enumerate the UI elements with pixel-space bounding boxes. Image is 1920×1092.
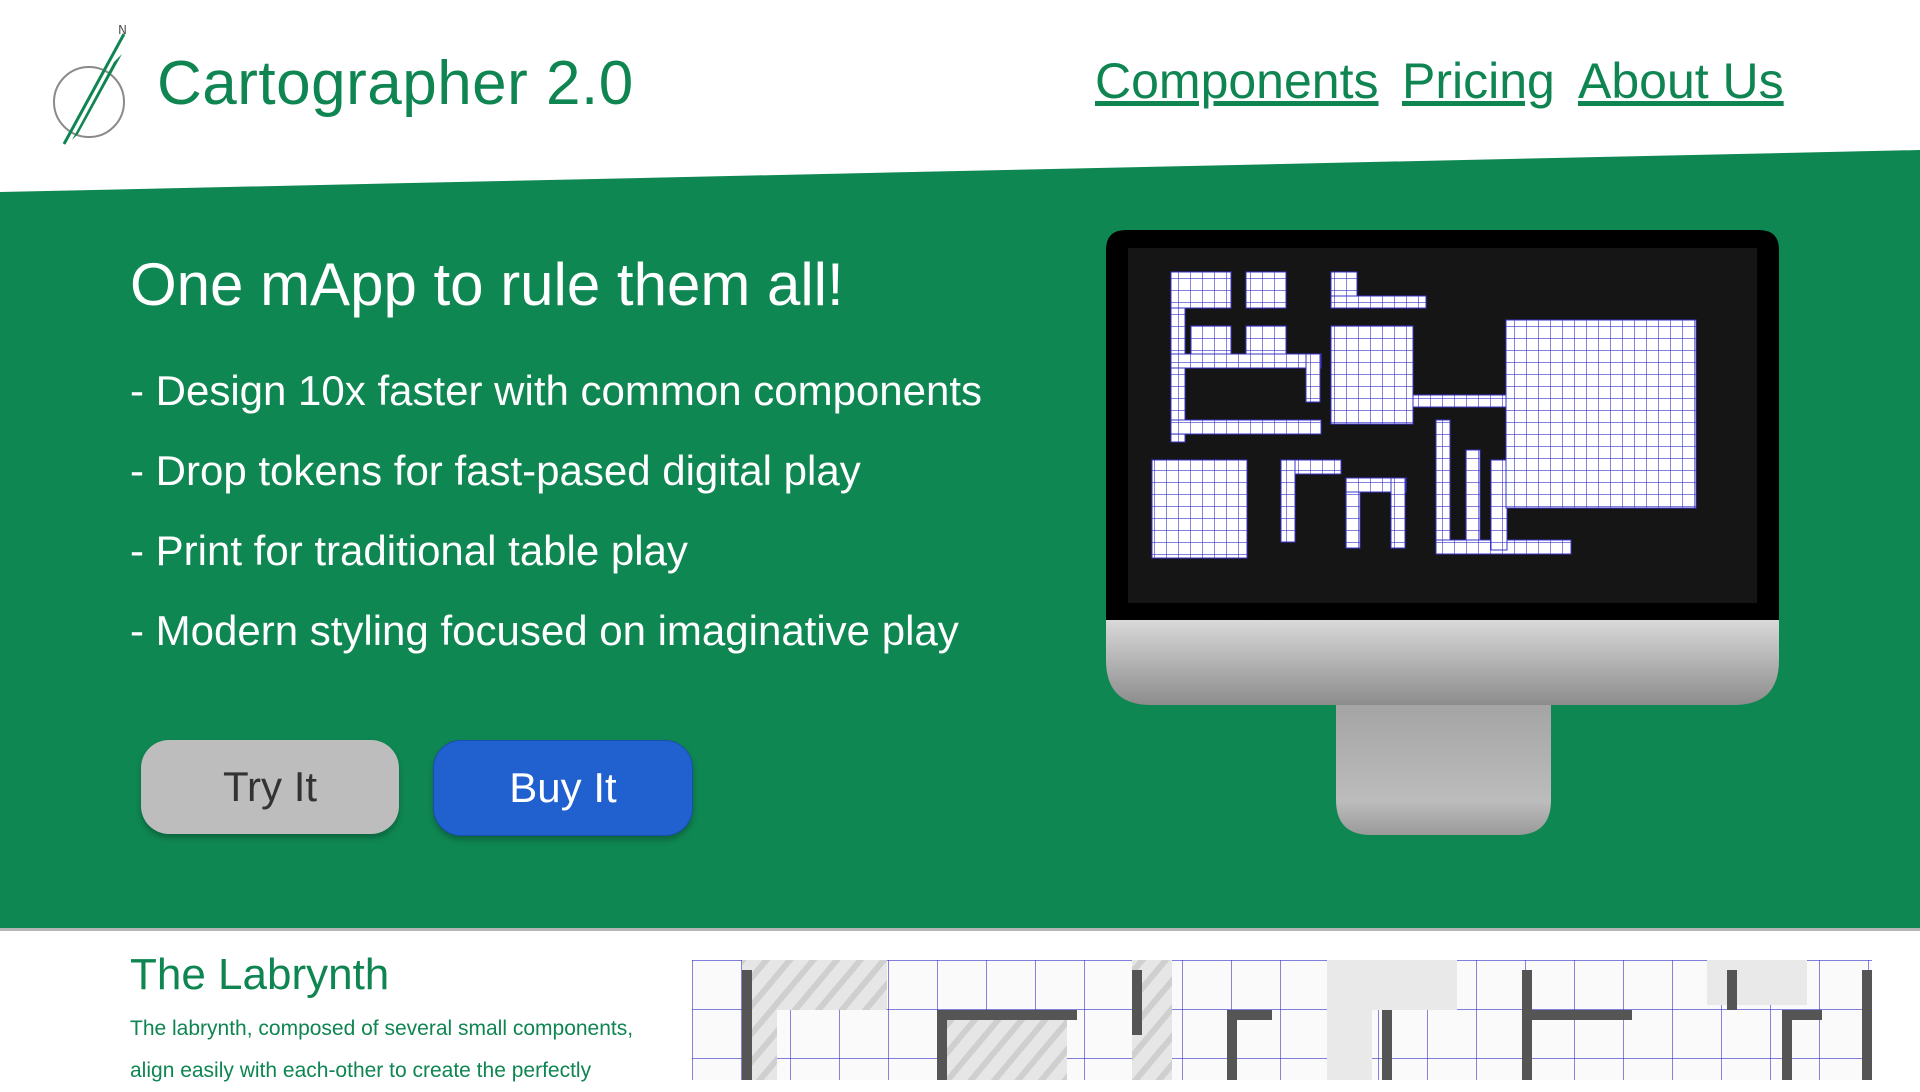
feature-item: - Drop tokens for fast-pased digital pla… — [130, 447, 861, 494]
try-it-button[interactable]: Try It — [141, 740, 399, 834]
nav-about-us[interactable]: About Us — [1578, 52, 1784, 110]
feature-item: - Print for traditional table play — [130, 527, 688, 574]
feature-item: - Modern styling focused on imaginative … — [130, 607, 959, 654]
labyrinth-title: The Labrynth — [130, 950, 390, 999]
nav-pricing[interactable]: Pricing — [1402, 52, 1555, 110]
svg-text:N: N — [118, 23, 127, 37]
labyrinth-preview-icon — [692, 960, 1872, 1080]
hero-divider — [0, 928, 1920, 931]
nav-components[interactable]: Components — [1095, 52, 1379, 110]
feature-list: - Design 10x faster with common componen… — [130, 362, 982, 682]
brand-title[interactable]: Cartographer 2.0 — [157, 48, 634, 119]
feature-item: - Design 10x faster with common componen… — [130, 367, 983, 414]
buy-it-button[interactable]: Buy It — [433, 740, 693, 836]
monitor-map-preview-icon — [1106, 230, 1779, 835]
hero-title: One mApp to rule them all! — [130, 251, 844, 318]
labyrinth-description: The labrynth, composed of several small … — [130, 1017, 634, 1082]
compass-icon[interactable]: N — [52, 22, 132, 147]
